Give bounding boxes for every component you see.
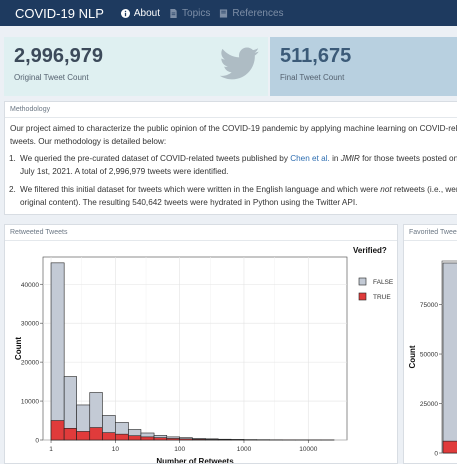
bar-true [180, 439, 193, 440]
nav-references-label: References [232, 8, 283, 19]
y-tick-label: 30000 [21, 321, 39, 328]
step-1-number: 1. [9, 153, 16, 166]
original-tweet-count-value: 2,996,979 [14, 45, 103, 68]
bar-true [192, 439, 205, 440]
app-brand[interactable]: COVID-19 NLP [15, 6, 104, 21]
final-tweet-count-label: Final Tweet Count [280, 73, 344, 82]
navbar: COVID-19 NLP About Topics References [0, 0, 457, 26]
final-tweet-count-box: 511,675 Final Tweet Count [270, 37, 457, 96]
step-1-text-a: We queried the pre-curated dataset of CO… [20, 154, 290, 163]
step-1-line2: July 1st, 2021. A total of 2,996,979 twe… [20, 167, 228, 176]
bar-true [167, 438, 180, 440]
favorited-histogram: 0 25000 50000 75000 Count [404, 241, 457, 463]
step-1-journal: JMIR [341, 154, 360, 163]
bar-true [141, 437, 154, 440]
info-icon [121, 9, 130, 18]
legend-swatch-false [359, 278, 366, 285]
x-axis-title: Number of Retweets [156, 457, 234, 463]
y-axis-title: Count [14, 337, 23, 360]
x-tick-label: 10000 [299, 446, 317, 453]
methodology-intro-line1: Our project aimed to characterize the pu… [10, 124, 457, 133]
fav-y-tick-label: 75000 [420, 302, 438, 309]
bar-true [51, 421, 64, 440]
x-tick-label: 10 [112, 446, 120, 453]
fav-y-tick-label: 50000 [420, 352, 438, 359]
nav-about-label: About [134, 8, 160, 19]
bar-true [128, 436, 140, 440]
legend-swatch-true [359, 293, 366, 300]
favorited-tweets-title: Favorited Tweets [404, 225, 457, 241]
bar-true [64, 428, 76, 440]
bar-false [51, 263, 64, 440]
methodology-title: Methodology [5, 102, 457, 118]
x-tick-label: 1000 [237, 446, 252, 453]
methodology-intro-line2: tweets. Our methodology is detailed belo… [10, 137, 166, 146]
y-tick-label: 0 [35, 438, 39, 445]
x-tick-label: 100 [174, 446, 185, 453]
fav-bar-false [443, 263, 457, 453]
legend-label-false: FALSE [373, 279, 394, 286]
bar-true [102, 433, 115, 440]
nav-references[interactable]: References [219, 8, 283, 19]
chen-et-al-link[interactable]: Chen et al. [290, 154, 330, 163]
book-icon [219, 9, 228, 18]
step-2-number: 2. [9, 184, 16, 197]
step-1-text-b: in [330, 154, 341, 163]
nav-about[interactable]: About [121, 8, 160, 19]
original-tweet-count-label: Original Tweet Count [14, 73, 89, 82]
y-tick-label: 10000 [21, 399, 39, 406]
twitter-icon [220, 47, 260, 81]
bar-true [154, 438, 167, 440]
step-2-text-b: retweets (i.e., were [392, 185, 457, 194]
bar-true [77, 431, 90, 440]
nav-topics-label: Topics [182, 8, 210, 19]
x-tick-label: 1 [49, 446, 53, 453]
document-icon [169, 9, 178, 18]
favorited-tweets-panel: Favorited Tweets 0 25000 50000 75000 Count [403, 224, 457, 464]
nav-topics[interactable]: Topics [169, 8, 210, 19]
y-tick-label: 20000 [21, 360, 39, 367]
legend-label-true: TRUE [373, 294, 391, 301]
step-2-emphasis: not [380, 185, 391, 194]
y-tick-label: 40000 [21, 282, 39, 289]
step-1-text-c: for those tweets posted on [360, 154, 457, 163]
bar-true [90, 428, 103, 440]
fav-y-tick-label: 0 [434, 451, 438, 458]
bar-true [205, 439, 218, 440]
step-2-line2: original content). The resulting 540,642… [20, 198, 357, 207]
step-2-text-a: We filtered this initial dataset for twe… [20, 185, 380, 194]
retweeted-tweets-title: Retweeted Tweets [5, 225, 397, 241]
bar-true [115, 434, 128, 440]
retweeted-histogram: 0 10000 20000 30000 40000 1 10 100 1000 10000 Coun… [5, 241, 397, 463]
methodology-panel: Methodology Our project aimed to charact… [4, 101, 457, 215]
methodology-step-1: 1. We queried the pre-curated dataset of… [20, 153, 457, 178]
fav-bar-true [443, 441, 457, 453]
fav-y-tick-label: 25000 [420, 401, 438, 408]
fav-y-axis-title: Count [408, 345, 417, 368]
methodology-intro: Our project aimed to characterize the pu… [10, 123, 457, 148]
legend-title: Verified? [353, 246, 387, 255]
methodology-step-2: 2. We filtered this initial dataset for … [20, 184, 457, 209]
retweeted-tweets-panel: Retweeted Tweets 0 10000 20000 30000 40000 1 1… [4, 224, 398, 464]
original-tweet-count-box: 2,996,979 Original Tweet Count [4, 37, 268, 96]
final-tweet-count-value: 511,675 [280, 45, 351, 68]
